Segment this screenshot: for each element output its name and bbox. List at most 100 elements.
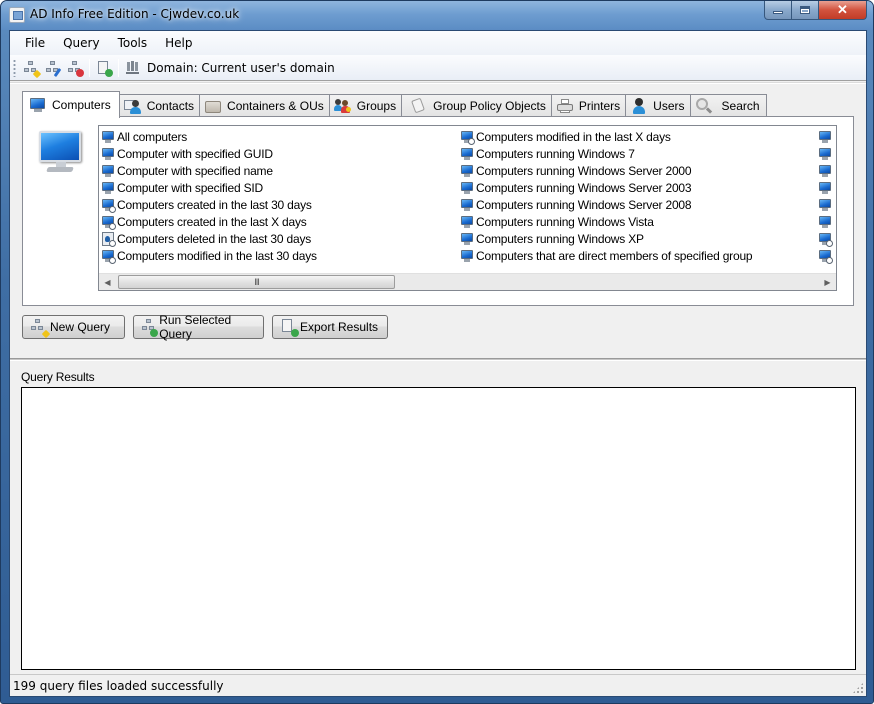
new-query-icon (24, 60, 42, 78)
computer-icon (101, 147, 115, 161)
query-list-column (818, 128, 834, 264)
close-button[interactable]: ✕ (819, 1, 867, 20)
computer-icon (818, 181, 832, 195)
computer-icon (460, 249, 474, 263)
query-list-item[interactable]: Computer with specified SID (101, 179, 317, 196)
query-list-item[interactable]: All computers (101, 128, 317, 145)
tab-label: Printers (578, 99, 621, 113)
query-list-item[interactable] (818, 213, 834, 230)
query-list-item[interactable]: Computers running Windows Vista (460, 213, 752, 230)
title-bar[interactable]: AD Info Free Edition - Cjwdev.co.uk ✕ (1, 1, 873, 30)
toolbar-new-query-button[interactable] (20, 57, 42, 79)
computer-icon (460, 147, 474, 161)
scroll-right-button[interactable]: ▶ (819, 274, 836, 290)
maximize-button[interactable] (792, 1, 819, 20)
toolbar-separator (118, 58, 119, 77)
query-list-item[interactable] (818, 196, 834, 213)
computer-icon (460, 164, 474, 178)
query-list-item[interactable]: Computers deleted in the last 30 days (101, 230, 317, 247)
toolbar-divider (10, 82, 866, 84)
computer-icon (818, 147, 832, 161)
domain-label[interactable]: Domain: Current user's domain (147, 61, 335, 75)
close-icon: ✕ (837, 2, 848, 17)
computer-clock-icon (101, 198, 116, 213)
query-list-item[interactable]: Computers modified in the last 30 days (101, 247, 317, 264)
app-icon[interactable] (9, 7, 25, 23)
panel-splitter[interactable] (10, 358, 866, 361)
query-list-item[interactable]: Computers that are direct members of spe… (460, 247, 753, 264)
query-label: Computers modified in the last X days (476, 129, 671, 144)
tab-label: Groups (356, 99, 397, 113)
gpo-icon (410, 97, 428, 114)
toolbar-export-button[interactable] (93, 57, 115, 79)
minimize-button[interactable] (764, 1, 792, 20)
query-list-item[interactable] (818, 162, 834, 179)
query-list-item[interactable] (818, 128, 834, 145)
horizontal-scrollbar[interactable]: ◀ III ▶ (99, 273, 836, 290)
toolbar-grip[interactable] (13, 58, 16, 77)
export-results-button[interactable]: Export Results (272, 315, 388, 339)
edit-query-icon (46, 60, 62, 77)
query-list-item[interactable]: Computer with specified GUID (101, 145, 317, 162)
query-list-item[interactable]: Computers running Windows Server 2003 (460, 179, 752, 196)
resize-grip[interactable] (852, 682, 864, 694)
scrollbar-thumb[interactable]: III (118, 275, 395, 289)
query-list-item[interactable]: Computers running Windows 7 (460, 145, 752, 162)
tab-users[interactable]: Users (625, 94, 691, 117)
contact-icon (123, 98, 142, 114)
deleted-computer-icon (101, 231, 116, 247)
status-text: 199 query files loaded successfully (13, 678, 224, 693)
menu-tools[interactable]: Tools (109, 33, 157, 53)
query-label: Computers deleted in the last 30 days (117, 231, 312, 246)
query-list-item[interactable] (818, 145, 834, 162)
button-label: Run Selected Query (159, 313, 232, 341)
computer-icon (460, 181, 474, 195)
menu-file[interactable]: File (16, 33, 54, 53)
scroll-left-button[interactable]: ◀ (99, 274, 116, 290)
toolbar-edit-query-button[interactable] (42, 57, 64, 79)
tab-search[interactable]: Search (689, 94, 767, 117)
maximize-icon (800, 6, 810, 14)
query-label: Computers running Windows Server 2000 (476, 163, 692, 178)
tab-printers[interactable]: Printers (550, 94, 627, 117)
tab-containers-ous[interactable]: Containers & OUs (199, 94, 330, 117)
query-label: Computers modified in the last 30 days (117, 248, 317, 263)
menu-bar: File Query Tools Help (10, 31, 866, 55)
computer-clock-icon (101, 215, 116, 230)
minimize-icon (773, 10, 783, 14)
tab-label: Contacts (146, 99, 195, 113)
menu-help[interactable]: Help (156, 33, 201, 53)
computer-icon (101, 164, 115, 178)
run-selected-query-button[interactable]: Run Selected Query (133, 313, 264, 341)
query-list-item[interactable]: Computers running Windows Server 2008 (460, 196, 752, 213)
new-query-button[interactable]: New Query (22, 315, 125, 339)
tab-contacts[interactable]: Contacts (118, 94, 201, 117)
tab-label: Containers & OUs (227, 99, 324, 113)
query-list-item[interactable]: Computers modified in the last X days (460, 128, 752, 145)
search-icon (695, 98, 713, 114)
query-list-item[interactable]: Computer with specified name (101, 162, 317, 179)
computer-large-icon (37, 131, 85, 175)
query-list-item[interactable]: Computers running Windows Server 2000 (460, 162, 752, 179)
computer-clock-icon (460, 130, 475, 145)
query-list-item[interactable]: Computers created in the last X days (101, 213, 317, 230)
query-list-item[interactable]: Computers created in the last 30 days (101, 196, 317, 213)
tab-group-policy-objects[interactable]: Group Policy Objects (401, 94, 552, 117)
query-list[interactable]: All computers Computer with specified GUI… (98, 125, 837, 291)
computer-icon (818, 130, 832, 144)
toolbar: Domain: Current user's domain (10, 55, 866, 81)
query-list-item[interactable] (818, 247, 834, 264)
query-list-item[interactable]: Computers running Windows XP (460, 230, 752, 247)
computer-icon (460, 215, 474, 229)
menu-query[interactable]: Query (54, 33, 108, 53)
query-list-item[interactable] (818, 179, 834, 196)
tab-groups[interactable]: Groups (328, 94, 403, 117)
query-list-item[interactable] (818, 230, 834, 247)
action-buttons: New Query Run Selected Query Export Resu… (22, 313, 388, 341)
computer-clock-icon (818, 232, 833, 247)
query-results-grid[interactable] (21, 387, 856, 670)
tab-computers[interactable]: Computers (22, 91, 120, 118)
toolbar-delete-query-button[interactable] (64, 57, 86, 79)
computer-icon (818, 198, 832, 212)
folder-icon (204, 98, 222, 114)
